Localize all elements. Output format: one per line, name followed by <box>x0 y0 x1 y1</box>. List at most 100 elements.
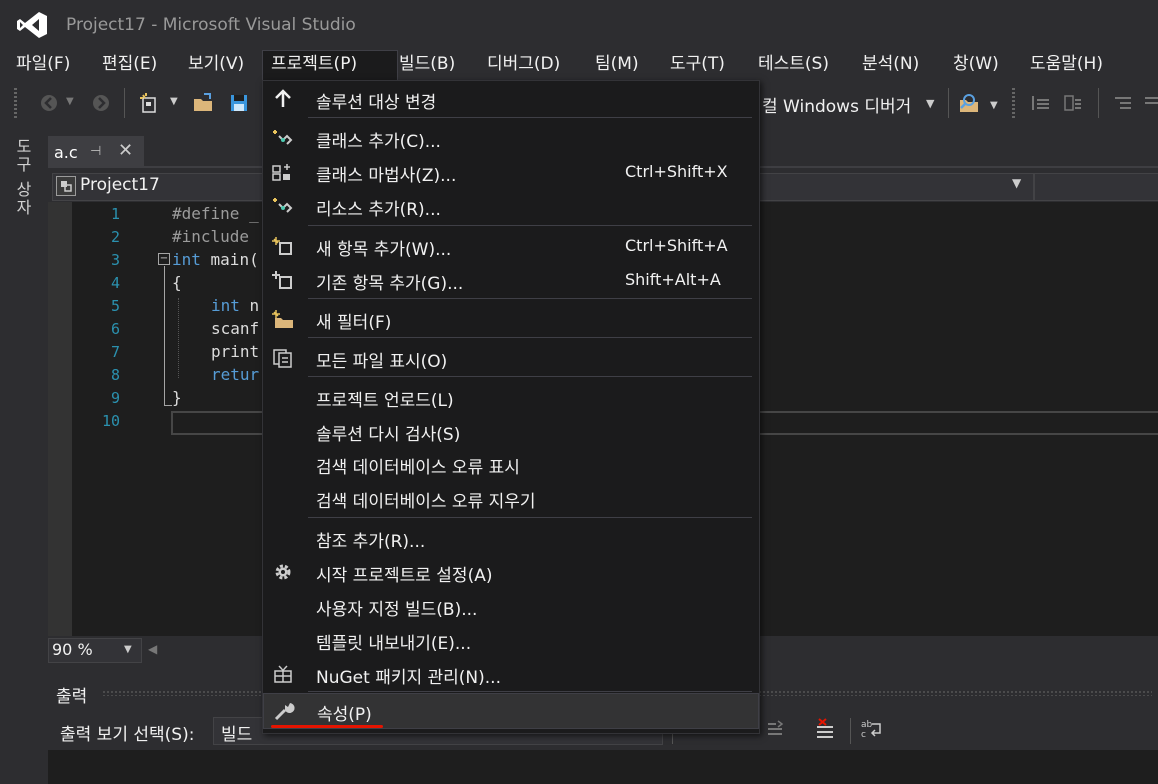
indent-icon[interactable] <box>1030 92 1052 114</box>
nuget-icon <box>271 664 295 684</box>
menu-item-show-db-errors[interactable]: 검색 데이터베이스 오류 표시 <box>263 447 757 481</box>
navigate-back-dropdown-icon[interactable]: ▼ <box>66 96 78 118</box>
navigate-back-icon[interactable] <box>38 92 60 114</box>
menu-item-properties[interactable]: 속성(P) <box>263 693 759 729</box>
menu-item-label: 기존 항목 추가(G)... <box>316 274 464 294</box>
code-text: n <box>239 296 260 315</box>
menu-item-clear-db-errors[interactable]: 검색 데이터베이스 오류 지우기 <box>263 481 757 515</box>
menu-item-retarget-solution[interactable]: 솔루션 대상 변경 <box>263 82 757 116</box>
menu-item-label: 클래스 추가(C)... <box>316 132 441 152</box>
member-dropdown[interactable] <box>1034 173 1158 201</box>
collapse-toggle-icon[interactable]: − <box>158 253 170 265</box>
line-number: 7 <box>110 343 120 361</box>
menu-item-custom-build[interactable]: 사용자 지정 빌드(B)... <box>263 589 757 623</box>
menu-bar: 파일(F) 편집(E) 보기(V) 프로젝트(P) 빌드(B) 디버그(D) 팀… <box>0 46 1158 81</box>
open-folder-icon[interactable] <box>192 92 214 114</box>
find-dropdown-icon[interactable]: ▼ <box>990 100 1002 122</box>
menu-window[interactable]: 창(W) <box>945 51 1007 77</box>
comment-lines-icon[interactable] <box>1112 92 1134 114</box>
zoom-level[interactable]: 90 % <box>52 640 93 659</box>
menu-item-shortcut: Shift+Alt+A <box>625 270 721 289</box>
new-project-icon[interactable] <box>138 92 160 114</box>
line-number: 2 <box>110 228 120 246</box>
line-number: 4 <box>110 274 120 292</box>
code-line: #include <box>172 227 259 246</box>
output-text-area[interactable] <box>48 750 1158 784</box>
menu-debug[interactable]: 디버그(D) <box>479 51 568 77</box>
menu-item-set-startup-project[interactable]: 시작 프로젝트로 설정(A) <box>263 555 757 589</box>
toolbox-tab[interactable]: 도구 상자 <box>10 138 34 217</box>
menu-item-label: 사용자 지정 빌드(B)... <box>316 600 478 620</box>
menu-item-label: 솔루션 다시 검사(S) <box>316 425 461 445</box>
project-scope-label[interactable]: Project17 <box>80 175 160 195</box>
menu-edit[interactable]: 편집(E) <box>94 51 165 77</box>
menu-item-label: 속성(P) <box>317 705 372 725</box>
menu-item-label: 템플릿 내보내기(E)... <box>316 634 472 654</box>
toolbar-grip[interactable] <box>1012 88 1015 118</box>
menu-view[interactable]: 보기(V) <box>180 51 252 77</box>
menu-item-add-new-item[interactable]: 새 항목 추가(W)... Ctrl+Shift+A <box>263 229 757 263</box>
menu-item-unload-project[interactable]: 프로젝트 언로드(L) <box>263 380 757 414</box>
show-all-files-icon <box>271 348 295 368</box>
code-text: main( <box>200 250 259 269</box>
outline-guide <box>164 266 165 406</box>
chevron-down-icon[interactable]: ▼ <box>1012 176 1021 190</box>
menu-test[interactable]: 테스트(S) <box>750 51 837 77</box>
toolbar-separator <box>850 718 851 744</box>
word-wrap-icon[interactable]: ab c <box>860 718 884 744</box>
uncomment-lines-icon[interactable] <box>1142 92 1158 114</box>
menu-item-label: 프로젝트 언로드(L) <box>316 391 454 411</box>
svg-text:c: c <box>861 730 866 740</box>
wrench-icon <box>272 701 296 721</box>
menu-build[interactable]: 빌드(B) <box>391 51 463 77</box>
find-in-files-icon[interactable] <box>958 92 980 114</box>
toolbar-grip[interactable] <box>14 88 17 118</box>
code-keyword: int <box>172 250 201 269</box>
toolbox-strip <box>0 128 48 784</box>
output-source-value[interactable]: 빌드 <box>221 720 252 745</box>
output-source-label: 출력 보기 선택(S): <box>60 725 195 745</box>
new-project-dropdown-icon[interactable]: ▼ <box>170 96 182 118</box>
toolbar-separator <box>124 88 125 118</box>
toolbar-separator <box>948 88 949 118</box>
menu-item-add-reference[interactable]: 참조 추가(R)... <box>263 521 757 555</box>
clear-all-icon[interactable] <box>814 717 836 745</box>
scroll-left-icon[interactable]: ◀ <box>148 642 157 656</box>
annotation-underline <box>271 725 383 728</box>
menu-separator <box>308 376 752 377</box>
pin-icon[interactable]: ⊣ <box>90 144 101 159</box>
menu-tools[interactable]: 도구(T) <box>662 51 733 77</box>
save-icon[interactable] <box>228 92 250 114</box>
menu-team[interactable]: 팀(M) <box>587 51 647 77</box>
menu-item-export-template[interactable]: 템플릿 내보내기(E)... <box>263 623 757 657</box>
menu-item-add-existing-item[interactable]: 기존 항목 추가(G)... Shift+Alt+A <box>263 263 757 297</box>
up-arrow-icon <box>271 89 295 109</box>
debugger-dropdown-icon[interactable]: ▼ <box>926 97 934 110</box>
document-tab-label[interactable]: a.c <box>54 143 78 162</box>
menu-item-class-wizard[interactable]: 클래스 마법사(Z)... Ctrl+Shift+X <box>263 155 757 189</box>
go-to-next-message-icon[interactable] <box>764 718 786 744</box>
menu-analyze[interactable]: 분석(N) <box>854 51 927 77</box>
outdent-icon[interactable] <box>1062 92 1084 114</box>
debugger-selector[interactable]: 컬 Windows 디버거 <box>762 92 911 117</box>
outline-guide-end <box>164 405 172 406</box>
code-line: { <box>172 273 182 292</box>
menu-help[interactable]: 도움말(H) <box>1022 51 1111 77</box>
menu-item-show-all-files[interactable]: 모든 파일 표시(O) <box>263 341 757 375</box>
menu-project[interactable]: 프로젝트(P) <box>262 50 398 81</box>
navigate-forward-icon[interactable] <box>90 92 112 114</box>
close-icon[interactable]: ✕ <box>118 140 133 161</box>
chevron-down-icon[interactable]: ▼ <box>124 644 132 655</box>
add-resource-icon <box>271 196 295 216</box>
menu-separator <box>308 337 752 338</box>
menu-file[interactable]: 파일(F) <box>8 51 78 77</box>
menu-item-label: 검색 데이터베이스 오류 지우기 <box>316 492 536 512</box>
menu-item-manage-nuget[interactable]: NuGet 패키지 관리(N)... <box>263 657 757 691</box>
menu-item-add-resource[interactable]: 리소스 추가(R)... <box>263 189 757 223</box>
menu-item-label: 모든 파일 표시(O) <box>316 352 448 372</box>
menu-item-new-filter[interactable]: 새 필터(F) <box>263 302 757 336</box>
svg-text:ab: ab <box>861 720 873 730</box>
menu-item-add-class[interactable]: 클래스 추가(C)... <box>263 121 757 155</box>
menu-item-rescan-solution[interactable]: 솔루션 다시 검사(S) <box>263 414 757 448</box>
line-number: 5 <box>110 297 120 315</box>
